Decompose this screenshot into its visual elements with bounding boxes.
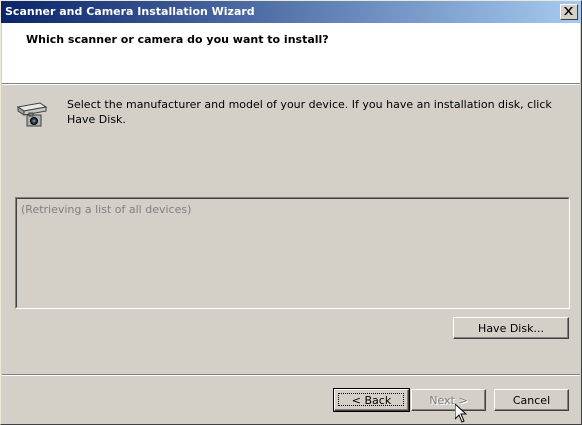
scanner-camera-icon — [16, 101, 48, 129]
window-title: Scanner and Camera Installation Wizard — [5, 5, 255, 18]
close-icon — [564, 7, 573, 15]
have-disk-label: Have Disk... — [478, 322, 544, 335]
device-list-status: (Retrieving a list of all devices) — [21, 203, 192, 216]
back-button[interactable]: < Back — [333, 388, 410, 412]
cancel-button[interactable]: Cancel — [494, 389, 569, 411]
back-label: < Back — [351, 394, 392, 407]
footer-divider — [2, 374, 580, 376]
mouse-cursor-icon — [455, 404, 467, 423]
device-list[interactable]: (Retrieving a list of all devices) — [15, 197, 570, 309]
device-list-frame: (Retrieving a list of all devices) — [16, 198, 569, 308]
page-title: Which scanner or camera do you want to i… — [26, 33, 329, 46]
title-bar[interactable]: Scanner and Camera Installation Wizard — [1, 1, 581, 23]
cancel-label: Cancel — [512, 394, 551, 407]
wizard-window: Scanner and Camera Installation Wizard W… — [0, 0, 582, 425]
instructions-text: Select the manufacturer and model of you… — [67, 98, 552, 126]
header-divider — [2, 84, 580, 85]
close-button[interactable] — [560, 4, 578, 20]
next-button[interactable]: Next > — [411, 389, 486, 411]
wizard-header: Which scanner or camera do you want to i… — [2, 23, 580, 84]
have-disk-button[interactable]: Have Disk... — [453, 317, 569, 339]
